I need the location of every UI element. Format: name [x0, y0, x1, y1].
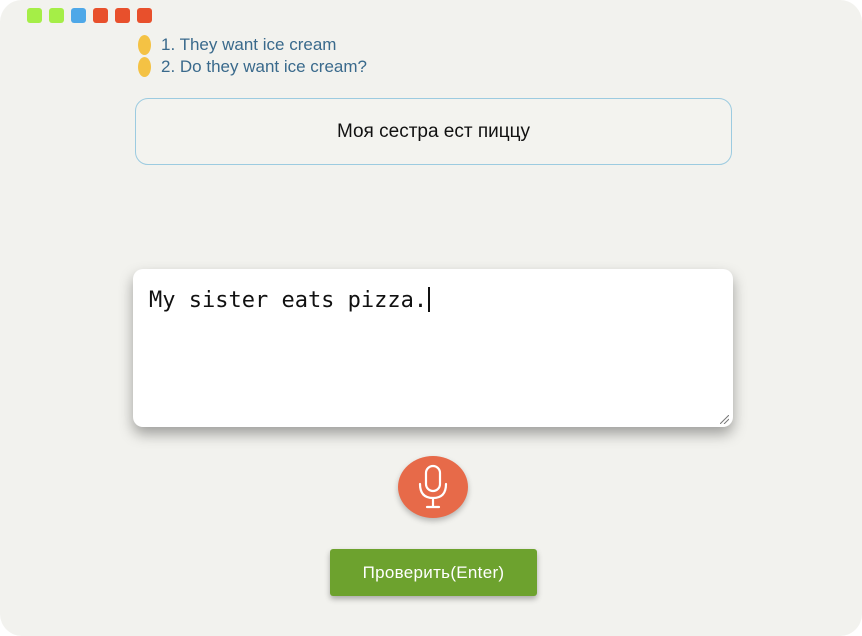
- microphone-button[interactable]: [398, 456, 468, 518]
- resize-handle-icon[interactable]: [720, 415, 729, 424]
- history-item-text: 1. They want ice cream: [161, 35, 337, 54]
- answer-input[interactable]: My sister eats pizza.: [133, 269, 733, 427]
- check-button[interactable]: Проверить(Enter): [330, 549, 537, 596]
- text-caret: [428, 287, 431, 312]
- history-item-text: 2. Do they want ice cream?: [161, 57, 367, 76]
- answer-text: My sister eats pizza.: [149, 288, 428, 313]
- history-marker-icon: [138, 35, 151, 55]
- source-sentence-box: Моя сестра ест пиццу: [135, 98, 732, 165]
- history-marker-icon: [138, 57, 151, 77]
- control-dot-3[interactable]: [71, 8, 86, 23]
- history-item: 1. They want ice cream: [138, 34, 367, 56]
- microphone-icon: [418, 464, 448, 509]
- window-controls: [27, 8, 152, 23]
- history-item: 2. Do they want ice cream?: [138, 56, 367, 78]
- control-dot-5[interactable]: [115, 8, 130, 23]
- check-button-label: Проверить(Enter): [362, 562, 505, 582]
- control-dot-6[interactable]: [137, 8, 152, 23]
- source-sentence: Моя сестра ест пиццу: [336, 120, 531, 142]
- control-dot-2[interactable]: [49, 8, 64, 23]
- history-list: 1. They want ice cream 2. Do they want i…: [138, 34, 367, 78]
- app-window: 1. They want ice cream 2. Do they want i…: [0, 0, 862, 636]
- control-dot-4[interactable]: [93, 8, 108, 23]
- control-dot-1[interactable]: [27, 8, 42, 23]
